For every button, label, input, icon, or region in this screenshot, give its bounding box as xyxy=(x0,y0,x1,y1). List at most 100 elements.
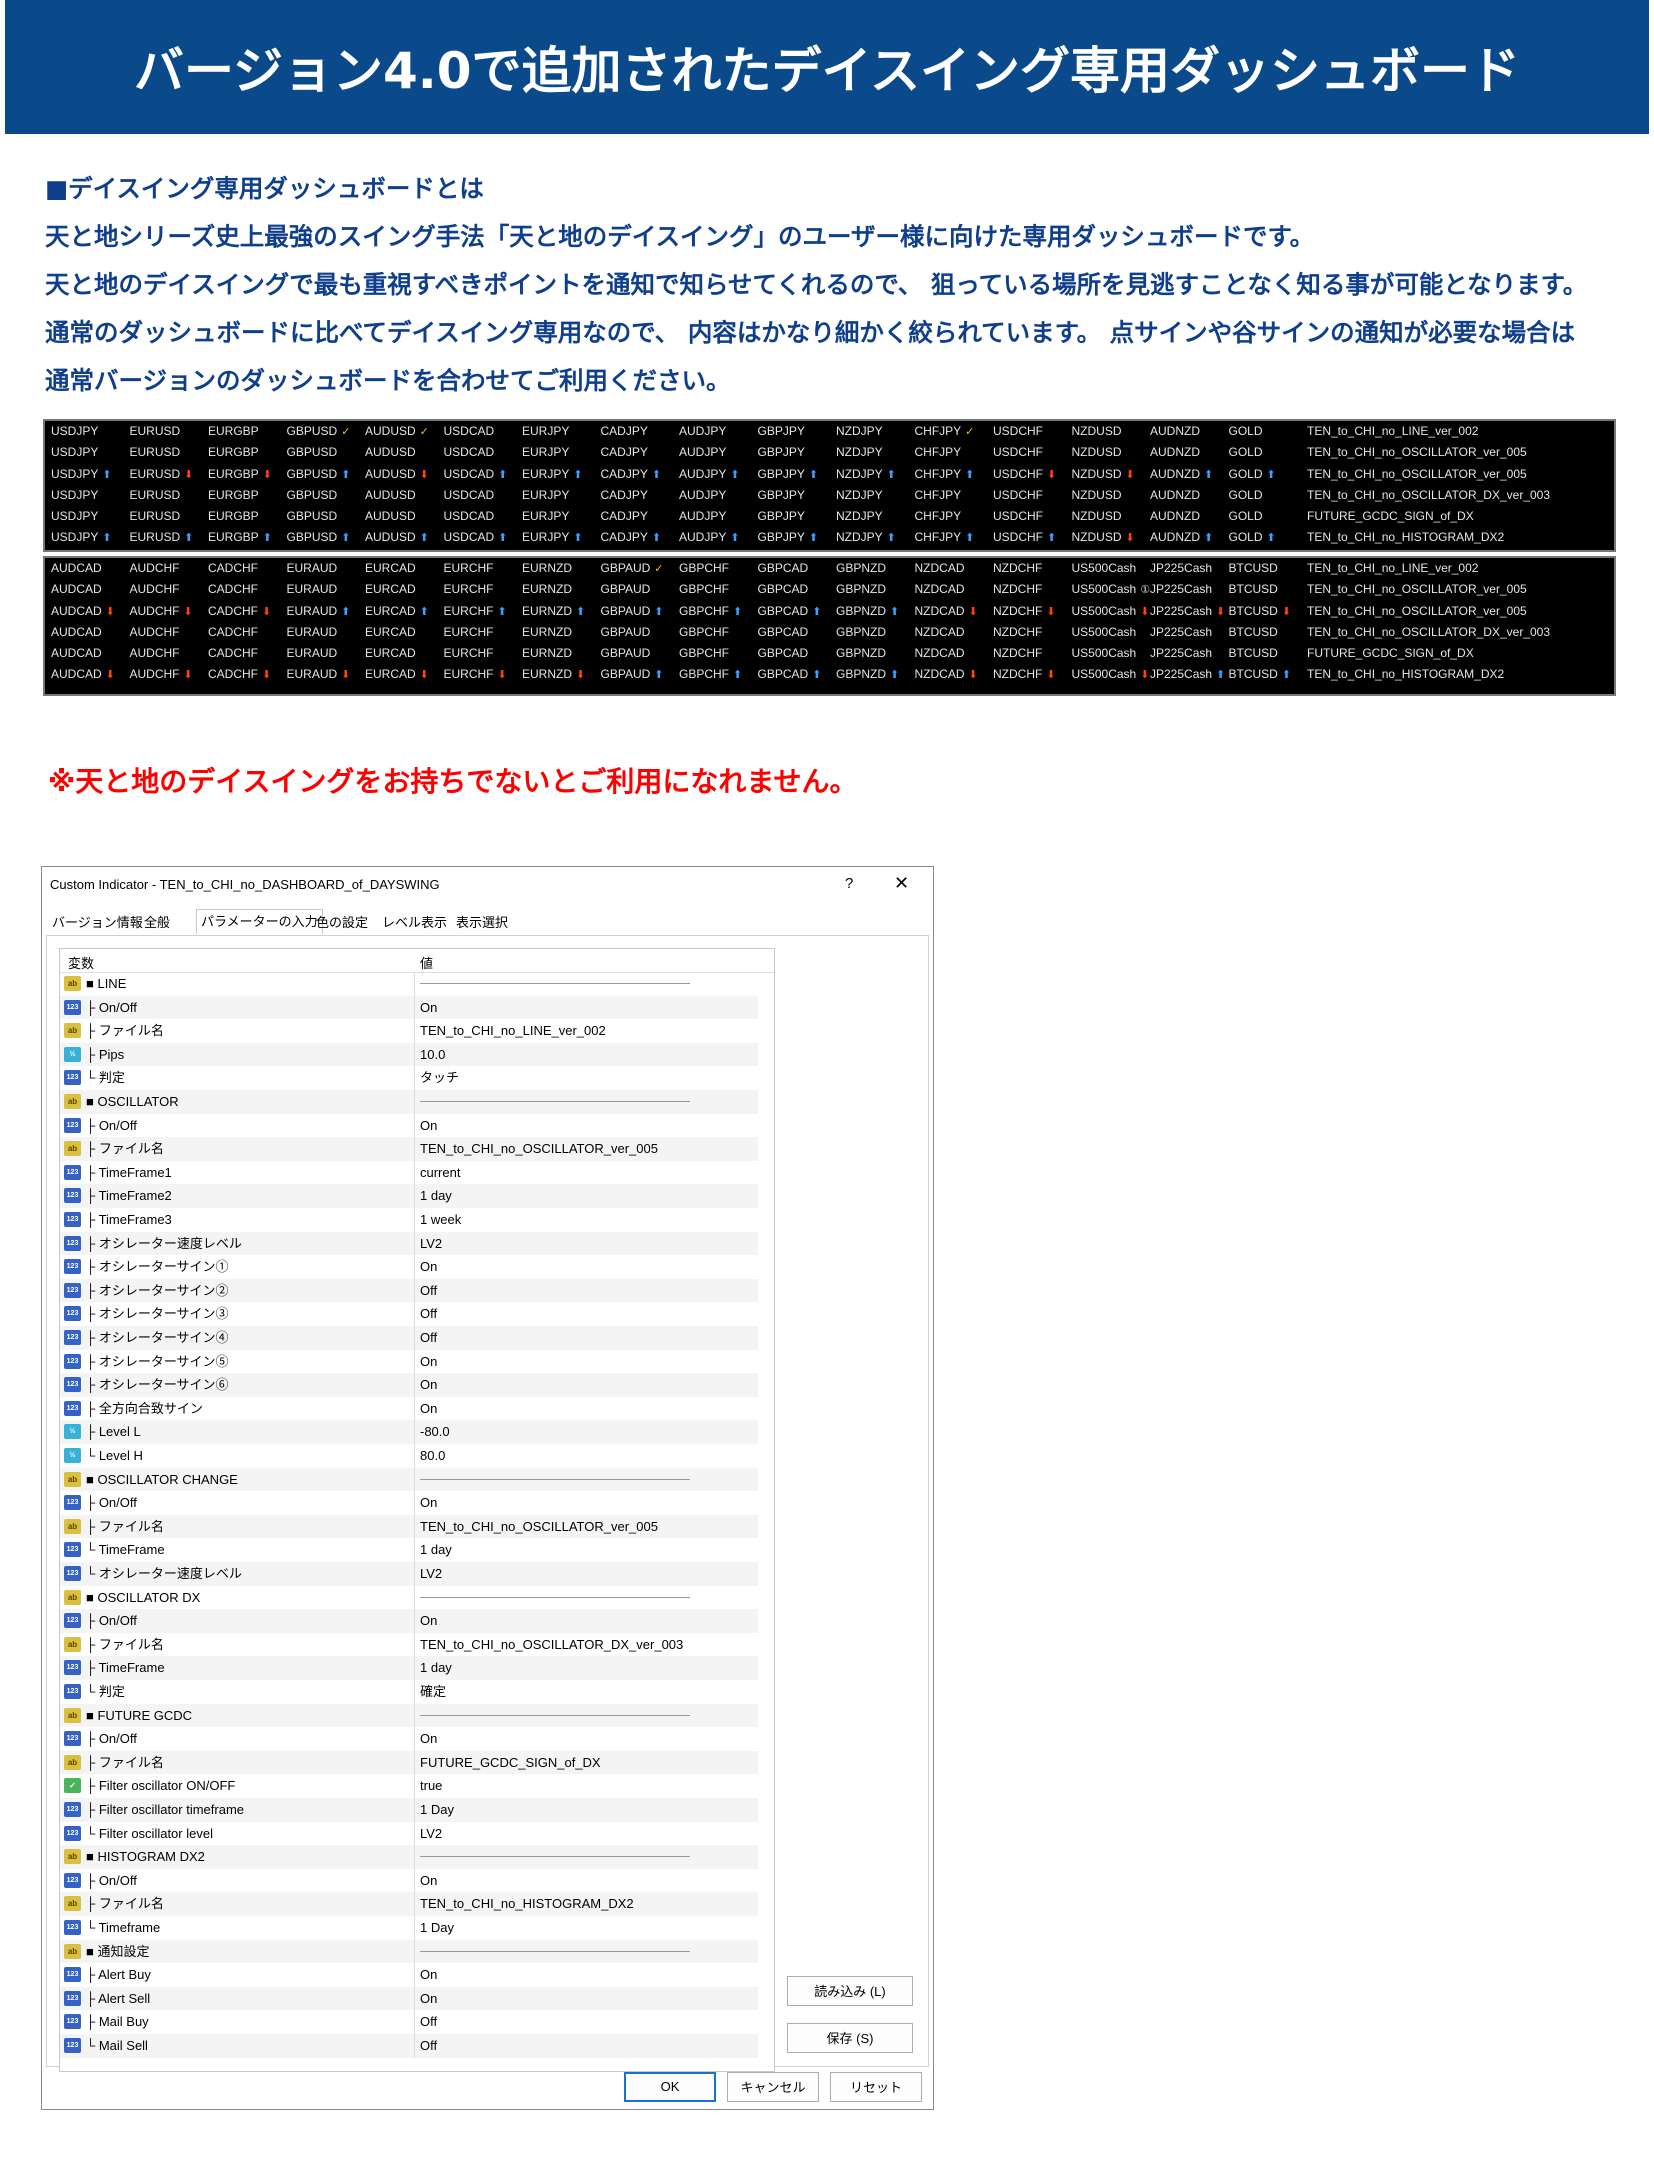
parameter-value[interactable]: On xyxy=(420,1255,437,1279)
tab-general[interactable]: 全般 xyxy=(140,911,174,935)
parameter-row[interactable]: ab ■ OSCILLATOR xyxy=(60,1090,758,1114)
cancel-button[interactable]: キャンセル xyxy=(727,2072,819,2102)
parameter-value[interactable]: Off xyxy=(420,1279,437,1303)
parameter-value[interactable]: TEN_to_CHI_no_OSCILLATOR_DX_ver_003 xyxy=(420,1633,683,1657)
parameter-row[interactable]: 123 └ 判定 確定 xyxy=(60,1680,758,1704)
parameter-row[interactable]: 123 └ 判定 タッチ xyxy=(60,1066,758,1090)
parameter-value[interactable]: 1 day xyxy=(420,1656,452,1680)
parameter-row[interactable]: 123 └ オシレーター速度レベル LV2 xyxy=(60,1562,758,1586)
parameter-row[interactable]: 123 └ Timeframe 1 Day xyxy=(60,1916,758,1940)
parameter-value[interactable]: 1 Day xyxy=(420,1916,454,1940)
parameter-value[interactable]: On xyxy=(420,1350,437,1374)
parameter-row[interactable]: ab ■ OSCILLATOR DX xyxy=(60,1585,758,1610)
parameter-value[interactable]: LV2 xyxy=(420,1232,442,1256)
parameter-value[interactable]: TEN_to_CHI_no_OSCILLATOR_ver_005 xyxy=(420,1515,658,1539)
help-icon[interactable]: ? xyxy=(845,875,853,892)
tab-visualization[interactable]: 表示選択 xyxy=(452,911,512,935)
load-button[interactable]: 読み込み (L) xyxy=(787,1976,913,2006)
parameter-row[interactable]: 123 ├ オシレーターサイン⑥ On xyxy=(60,1373,758,1397)
parameter-row[interactable]: ab ├ ファイル名 TEN_to_CHI_no_OSCILLATOR_ver_00… xyxy=(60,1137,758,1161)
parameter-row[interactable]: 123 ├ オシレーターサイン② Off xyxy=(60,1278,758,1303)
parameter-value[interactable]: 80.0 xyxy=(420,1444,445,1468)
grid-scrollbar[interactable] xyxy=(772,949,774,2071)
parameter-value[interactable]: On xyxy=(420,1491,437,1515)
parameter-value[interactable]: current xyxy=(420,1161,460,1185)
parameter-value[interactable]: On xyxy=(420,1609,437,1633)
parameter-row[interactable]: 123 ├ オシレーター速度レベル LV2 xyxy=(60,1231,758,1256)
parameter-value[interactable]: TEN_to_CHI_no_HISTOGRAM_DX2 xyxy=(420,1892,634,1916)
parameter-row[interactable]: 123 ├ Alert Buy On xyxy=(60,1963,758,1987)
parameter-row[interactable]: ab ■ 通知設定 xyxy=(60,1939,758,1964)
tab-levels[interactable]: レベル表示 xyxy=(378,911,451,935)
parameter-value[interactable]: On xyxy=(420,1869,437,1893)
parameter-value[interactable]: LV2 xyxy=(420,1562,442,1586)
parameter-row[interactable]: 123 ├ On/Off On xyxy=(60,1868,758,1893)
ok-button[interactable]: OK xyxy=(624,2072,716,2102)
reset-button[interactable]: リセット xyxy=(830,2072,922,2102)
save-button[interactable]: 保存 (S) xyxy=(787,2023,913,2053)
parameter-value[interactable]: true xyxy=(420,1774,442,1798)
tab-parameters[interactable]: パラメーターの入力 xyxy=(196,909,323,934)
tab-colors[interactable]: 色の設定 xyxy=(312,911,372,935)
parameter-value[interactable]: 1 day xyxy=(420,1538,452,1562)
parameter-value[interactable]: On xyxy=(420,1373,437,1397)
parameter-row[interactable]: 123 ├ On/Off On xyxy=(60,1113,758,1138)
parameter-value[interactable]: TEN_to_CHI_no_LINE_ver_002 xyxy=(420,1019,606,1043)
parameter-row[interactable]: ½ ├ Pips 10.0 xyxy=(60,1042,758,1067)
parameter-row[interactable]: 123 └ TimeFrame 1 day xyxy=(60,1538,758,1562)
parameter-row[interactable]: ab ├ ファイル名 TEN_to_CHI_no_LINE_ver_002 xyxy=(60,1019,758,1043)
parameter-value[interactable]: タッチ xyxy=(420,1066,459,1090)
parameter-value[interactable]: Off xyxy=(420,1302,437,1326)
parameter-value[interactable]: Off xyxy=(420,2034,437,2058)
parameter-value[interactable]: 10.0 xyxy=(420,1043,445,1067)
tab-version-info[interactable]: バージョン情報 xyxy=(48,911,147,935)
parameter-value[interactable]: 1 day xyxy=(420,1184,452,1208)
parameter-value[interactable]: TEN_to_CHI_no_OSCILLATOR_ver_005 xyxy=(420,1137,658,1161)
parameter-value[interactable]: On xyxy=(420,1114,437,1138)
parameter-value[interactable]: Off xyxy=(420,2010,437,2034)
parameter-row[interactable]: 123 ├ TimeFrame 1 day xyxy=(60,1656,758,1680)
parameter-row[interactable]: 123 ├ On/Off On xyxy=(60,1609,758,1633)
parameter-value[interactable]: On xyxy=(420,1963,437,1987)
parameter-row[interactable]: 123 ├ On/Off On xyxy=(60,1727,758,1751)
parameter-row[interactable]: 123 ├ オシレーターサイン③ Off xyxy=(60,1302,758,1326)
parameter-row[interactable]: 123 ├ On/Off On xyxy=(60,1491,758,1515)
parameter-row[interactable]: ab ├ ファイル名 FUTURE_GCDC_SIGN_of_DX xyxy=(60,1750,758,1775)
parameter-value[interactable]: On xyxy=(420,1397,437,1421)
parameter-value[interactable]: 確定 xyxy=(420,1680,446,1704)
parameter-row[interactable]: 123 ├ TimeFrame2 1 day xyxy=(60,1184,758,1208)
parameter-row[interactable]: 123 ├ TimeFrame3 1 week xyxy=(60,1208,758,1232)
parameter-row[interactable]: ab ■ FUTURE GCDC xyxy=(60,1703,758,1728)
parameter-value[interactable]: On xyxy=(420,1987,437,2011)
close-icon[interactable]: ✕ xyxy=(894,873,909,894)
parameter-row[interactable]: 123 ├ オシレーターサイン④ Off xyxy=(60,1326,758,1350)
parameter-row[interactable]: ½ ├ Level L -80.0 xyxy=(60,1420,758,1444)
parameter-row[interactable]: 123 ├ TimeFrame1 current xyxy=(60,1160,758,1185)
parameter-row[interactable]: 123 ├ オシレーターサイン⑤ On xyxy=(60,1349,758,1374)
parameter-row[interactable]: 123 └ Filter oscillator level LV2 xyxy=(60,1821,758,1846)
parameter-row[interactable]: ab ■ HISTOGRAM DX2 xyxy=(60,1845,758,1869)
parameter-row[interactable]: ab ├ ファイル名 TEN_to_CHI_no_OSCILLATOR_DX_ver… xyxy=(60,1632,758,1657)
parameter-value[interactable]: On xyxy=(420,1727,437,1751)
parameter-value[interactable]: FUTURE_GCDC_SIGN_of_DX xyxy=(420,1751,601,1775)
parameter-value[interactable]: On xyxy=(420,996,437,1020)
parameter-row[interactable]: ✓ ├ Filter oscillator ON/OFF true xyxy=(60,1774,758,1798)
parameter-value[interactable]: LV2 xyxy=(420,1822,442,1846)
parameter-row[interactable]: ab ├ ファイル名 TEN_to_CHI_no_HISTOGRAM_DX2 xyxy=(60,1892,758,1916)
parameter-row[interactable]: ½ └ Level H 80.0 xyxy=(60,1444,758,1468)
parameter-row[interactable]: ab ■ LINE xyxy=(60,972,758,996)
parameter-value[interactable]: -80.0 xyxy=(420,1420,450,1444)
parameter-row[interactable]: 123 ├ オシレーターサイン① On xyxy=(60,1255,758,1279)
parameter-row[interactable]: 123 ├ Alert Sell On xyxy=(60,1986,758,2011)
dashboard-cell: GBPJPY xyxy=(758,421,805,442)
parameter-value[interactable]: 1 week xyxy=(420,1208,461,1232)
parameter-value[interactable]: 1 Day xyxy=(420,1798,454,1822)
parameter-row[interactable]: 123 ├ Mail Buy Off xyxy=(60,2010,758,2034)
parameter-row[interactable]: 123 ├ On/Off On xyxy=(60,995,758,1020)
parameter-row[interactable]: 123 ├ 全方向合致サイン On xyxy=(60,1396,758,1421)
parameter-value[interactable]: Off xyxy=(420,1326,437,1350)
parameter-row[interactable]: ab ■ OSCILLATOR CHANGE xyxy=(60,1467,758,1492)
parameter-row[interactable]: 123 ├ Filter oscillator timeframe 1 Day xyxy=(60,1798,758,1822)
parameter-row[interactable]: ab ├ ファイル名 TEN_to_CHI_no_OSCILLATOR_ver_00… xyxy=(60,1514,758,1539)
parameter-row[interactable]: 123 └ Mail Sell Off xyxy=(60,2034,758,2058)
